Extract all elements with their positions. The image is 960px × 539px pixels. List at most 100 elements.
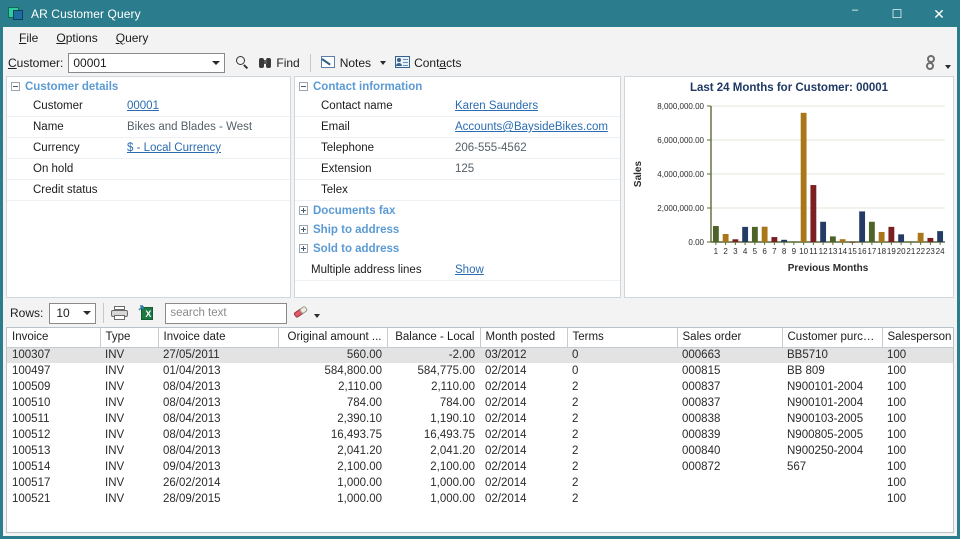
chart-bar[interactable]: [868, 221, 875, 242]
chart-bar[interactable]: [878, 231, 885, 242]
col-header-original-amount[interactable]: Original amount ...: [277, 328, 387, 348]
chart-bar[interactable]: [722, 234, 729, 242]
chart-bar[interactable]: [839, 239, 846, 242]
notes-dropdown-icon[interactable]: [380, 60, 387, 65]
chart-bar[interactable]: [781, 239, 788, 242]
chart-xtick-label: 2: [723, 247, 728, 256]
col-header-terms[interactable]: Terms: [566, 328, 677, 348]
chart-bar[interactable]: [829, 236, 836, 242]
col-header-invoice-date[interactable]: Invoice date: [157, 328, 278, 348]
close-button[interactable]: ✕: [918, 0, 960, 27]
toolbar-overflow-icon[interactable]: [945, 64, 951, 69]
customer-input[interactable]: [69, 53, 202, 72]
cell-month_posted: 02/2014: [485, 381, 527, 393]
chart-bar[interactable]: [810, 185, 817, 242]
table-row[interactable]: 100513 INV 08/04/2013 2,041.20 2,041.20 02/20…: [7, 443, 953, 459]
col-header-month-posted[interactable]: Month posted: [479, 328, 567, 348]
col-header-salesperson[interactable]: Salesperson: [881, 328, 953, 348]
col-header-balance-local[interactable]: Balance - Local: [386, 328, 480, 348]
section-sold-to-address[interactable]: Sold to address: [295, 239, 620, 258]
table-row[interactable]: 100512 INV 08/04/2013 16,493.75 16,493.75 02/…: [7, 427, 953, 443]
cell-invoice: 100514: [12, 461, 51, 473]
chart-xtick-label: 9: [792, 247, 797, 256]
chart-bar[interactable]: [800, 112, 807, 242]
col-header-customer-po[interactable]: Customer purcha...: [781, 328, 882, 348]
chevron-down-icon[interactable]: [83, 311, 92, 315]
collapse-icon[interactable]: [11, 82, 20, 91]
menu-item-query[interactable]: Query: [107, 29, 158, 47]
cell-type: INV: [105, 477, 125, 489]
customer-details-header[interactable]: Customer details: [7, 77, 290, 96]
maximize-button[interactable]: ☐: [876, 0, 918, 27]
cell-original_amount: 784.00: [346, 397, 382, 409]
expand-icon[interactable]: [299, 206, 308, 215]
expand-icon[interactable]: [299, 225, 308, 234]
rows-select[interactable]: 10: [49, 302, 97, 324]
chart-bar[interactable]: [712, 226, 719, 242]
chart-bar[interactable]: [742, 226, 749, 242]
cell-type: INV: [105, 429, 125, 441]
cell-customer_po: BB 809: [787, 365, 825, 377]
cell-original_amount: 2,110.00: [338, 381, 382, 393]
chart-bar[interactable]: [751, 226, 758, 242]
contacts-button[interactable]: Contacts: [391, 52, 465, 74]
chart-bar[interactable]: [917, 232, 924, 242]
table-row[interactable]: 100510 INV 08/04/2013 784.00 784.00 02/2014 2 0…: [7, 395, 953, 411]
chevron-down-icon[interactable]: [212, 60, 221, 65]
grid-search-box[interactable]: [165, 302, 288, 324]
chart-bar[interactable]: [927, 237, 934, 242]
chart-ytick-label: 4,000,000.00: [657, 170, 704, 179]
chart-ytick-label: 0.00: [688, 238, 704, 247]
search-input[interactable]: [166, 303, 285, 323]
menu-item-options[interactable]: Options: [47, 29, 106, 47]
notes-button[interactable]: Notes: [317, 52, 375, 74]
value-contact-name[interactable]: Karen Saunders: [455, 100, 538, 112]
chart-bar[interactable]: [771, 237, 778, 242]
eraser-dropdown-icon[interactable]: [314, 314, 321, 318]
printer-icon[interactable]: [111, 305, 129, 321]
excel-export-icon[interactable]: [138, 305, 155, 321]
contact-information-header[interactable]: Contact information: [295, 77, 620, 96]
chain-links-icon[interactable]: [923, 54, 940, 72]
chart-xtick-label: 10: [799, 247, 808, 256]
value-email[interactable]: Accounts@BaysideBikes.com: [455, 121, 608, 133]
table-row[interactable]: 100307 INV 27/05/2011 560.00 -2.00 03/2012 0 00…: [7, 347, 953, 363]
menu-item-file[interactable]: FFileile: [10, 29, 47, 47]
show-addresses-link[interactable]: Show: [455, 264, 484, 276]
expand-icon[interactable]: [299, 244, 308, 253]
table-row[interactable]: 100521 INV 28/09/2015 1,000.00 1,000.00 02/20…: [7, 491, 953, 507]
value-customer[interactable]: 00001: [127, 100, 159, 112]
cell-invoice_date: 08/04/2013: [163, 445, 221, 457]
eraser-icon[interactable]: [293, 305, 309, 320]
client-area: FFileile Options Query Customer: Find: [3, 27, 957, 536]
chart-bar[interactable]: [898, 234, 905, 242]
table-row[interactable]: 100509 INV 08/04/2013 2,110.00 2,110.00 02/20…: [7, 379, 953, 395]
cell-terms: 0: [572, 365, 579, 377]
value-currency[interactable]: $ - Local Currency: [127, 142, 221, 154]
application-window: AR Customer Query – ☐ ✕ FFileile Options…: [0, 0, 960, 539]
chart-bar[interactable]: [859, 211, 866, 242]
chart-bar[interactable]: [761, 226, 768, 242]
find-button[interactable]: Find: [254, 52, 303, 74]
chart-bar[interactable]: [820, 221, 827, 242]
table-row[interactable]: 100511 INV 08/04/2013 2,390.10 1,190.10 02/20…: [7, 411, 953, 427]
chart-bar[interactable]: [888, 226, 895, 242]
invoice-grid[interactable]: Invoice Type Invoice date Original amoun…: [6, 327, 954, 533]
chart-bar[interactable]: [732, 239, 739, 242]
chart-bar[interactable]: [937, 231, 944, 242]
table-row[interactable]: 100514 INV 09/04/2013 2,100.00 2,100.00 02/20…: [7, 459, 953, 475]
chart-xtick-label: 18: [877, 247, 886, 256]
table-row[interactable]: 100497 INV 01/04/2013 584,800.00 584,775.00 0…: [7, 363, 953, 379]
table-row[interactable]: 100517 INV 26/02/2014 1,000.00 1,000.00 02/20…: [7, 475, 953, 491]
col-header-type[interactable]: Type: [99, 328, 158, 348]
search-button[interactable]: [231, 52, 254, 74]
cell-sales_order: 000872: [682, 461, 721, 473]
col-header-sales-order[interactable]: Sales order: [676, 328, 782, 348]
title-bar: AR Customer Query – ☐ ✕: [0, 0, 960, 27]
section-ship-to-address[interactable]: Ship to address: [295, 220, 620, 239]
minimize-button[interactable]: –: [834, 0, 876, 27]
customer-combo[interactable]: [68, 52, 226, 73]
section-documents-fax[interactable]: Documents fax: [295, 201, 620, 220]
collapse-icon[interactable]: [299, 82, 308, 91]
col-header-invoice[interactable]: Invoice: [7, 328, 100, 348]
